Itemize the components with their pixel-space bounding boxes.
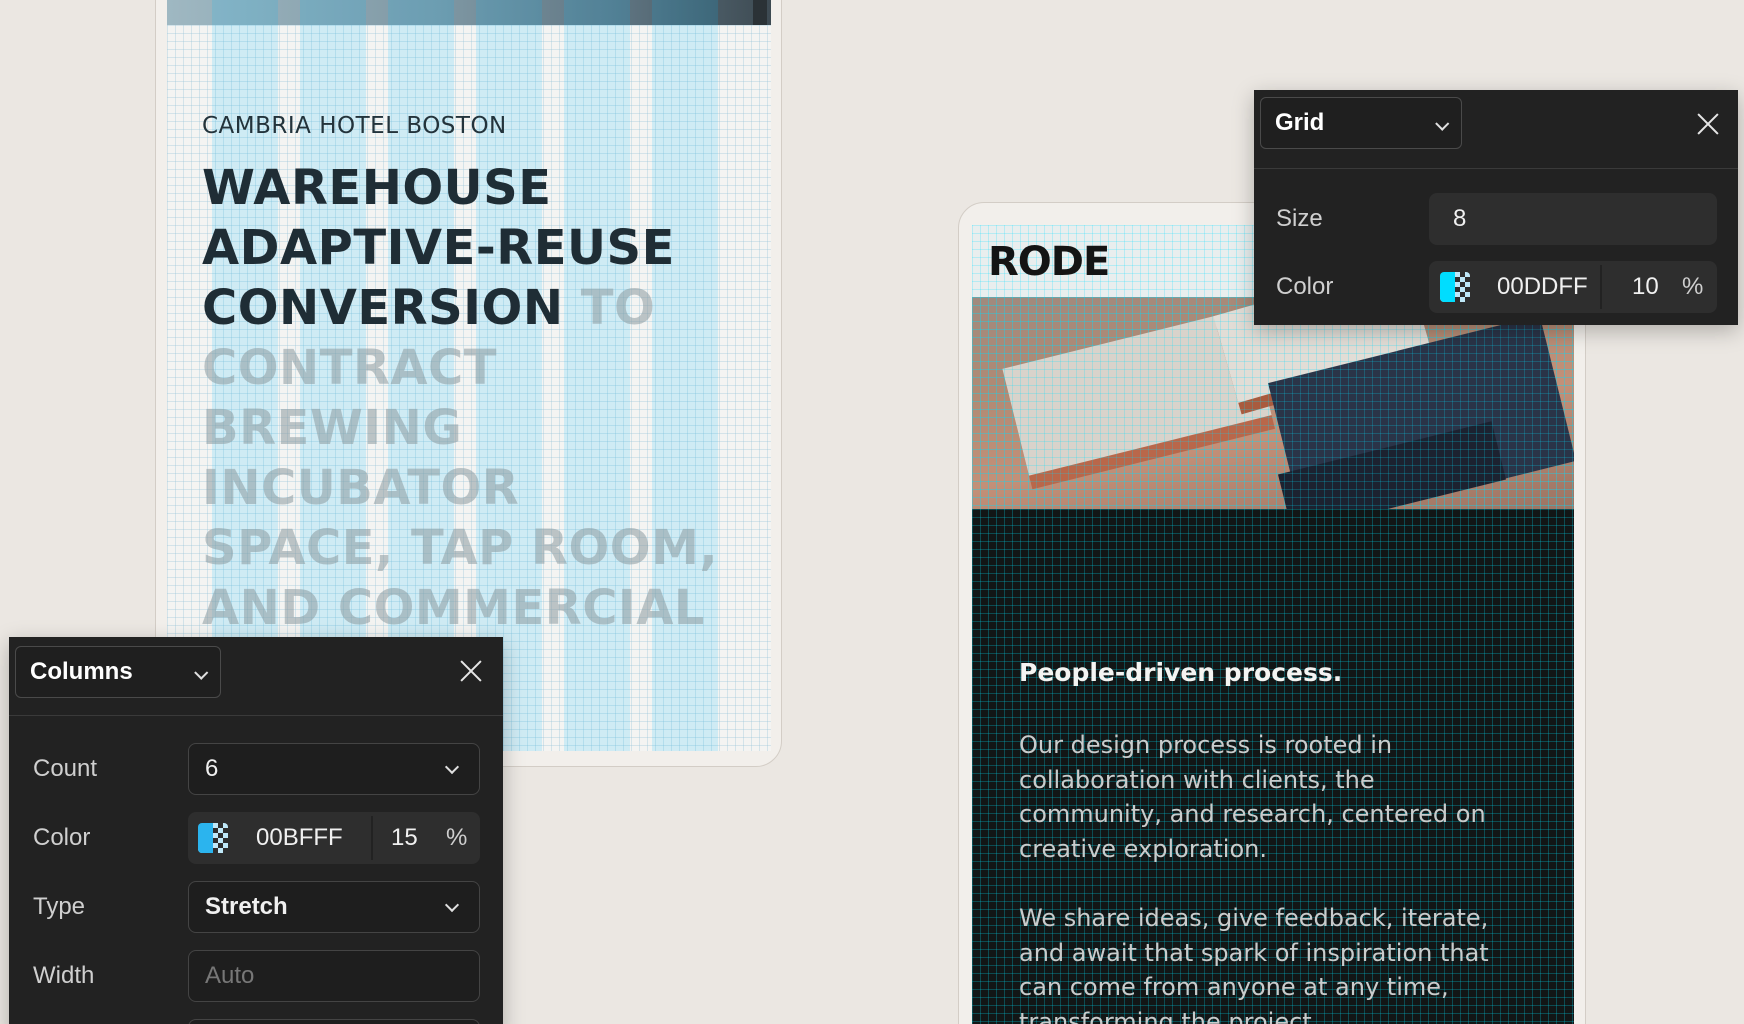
chevron-down-icon	[194, 665, 209, 680]
columns-settings-panel: Columns Count 6 Color 00BFFF 15 % Type S…	[9, 637, 503, 1024]
section-paragraph: Our design process is rooted in collabor…	[1019, 731, 1486, 863]
hero-image-frame	[753, 0, 767, 25]
size-input[interactable]: 8	[1429, 193, 1717, 245]
chevron-down-icon	[444, 759, 460, 775]
size-label: Size	[1276, 205, 1323, 232]
section-heading: People-driven process.	[1019, 658, 1343, 687]
percent-sign: %	[446, 824, 468, 851]
chevron-down-icon	[1435, 116, 1450, 131]
width-label: Width	[33, 962, 95, 989]
type-dropdown[interactable]: Stretch	[188, 881, 480, 933]
color-field: 00BFFF 15 %	[188, 812, 480, 864]
color-field: 00DDFF 10 %	[1429, 261, 1717, 313]
type-label: Type	[33, 893, 86, 920]
size-value: 8	[1453, 205, 1467, 232]
count-value: 6	[205, 755, 219, 782]
divider	[371, 816, 373, 860]
product-photo	[972, 297, 1574, 509]
headline: WAREHOUSE ADAPTIVE-REUSE CONVERSION TO C…	[202, 158, 722, 638]
opacity-input[interactable]: 10	[1632, 273, 1659, 301]
layout-mode-dropdown[interactable]: Grid	[1260, 97, 1462, 149]
swatch-fill	[1440, 272, 1455, 302]
width-placeholder: Auto	[205, 962, 255, 989]
color-swatch[interactable]	[1440, 272, 1470, 302]
chevron-down-icon	[444, 897, 460, 913]
panel-header: Columns	[9, 637, 503, 716]
layout-mode-value: Grid	[1275, 109, 1325, 136]
section-paragraph: We share ideas, give feedback, iterate, …	[1019, 904, 1489, 1024]
layout-mode-dropdown[interactable]: Columns	[15, 646, 221, 698]
color-swatch[interactable]	[198, 823, 228, 853]
close-icon[interactable]	[1694, 110, 1722, 138]
count-dropdown[interactable]: 6	[188, 743, 480, 795]
layout-mode-value: Columns	[30, 658, 133, 685]
percent-sign: %	[1682, 273, 1704, 300]
rode-logo: RODE	[988, 239, 1110, 285]
grid-settings-panel: Grid Size 8 Color 00DDFF 10 %	[1254, 90, 1738, 325]
color-label: Color	[33, 824, 91, 851]
color-label: Color	[1276, 273, 1334, 300]
close-icon[interactable]	[457, 657, 485, 685]
divider	[1600, 265, 1602, 309]
panel-header: Grid	[1254, 90, 1738, 169]
width-input[interactable]: Auto	[188, 950, 480, 1002]
color-hex-input[interactable]: 00DDFF	[1497, 273, 1588, 301]
next-field[interactable]	[188, 1019, 480, 1024]
count-label: Count	[33, 755, 98, 782]
opacity-input[interactable]: 15	[391, 824, 418, 852]
hotel-label: CAMBRIA HOTEL BOSTON	[202, 113, 507, 139]
color-hex-input[interactable]: 00BFFF	[256, 824, 343, 852]
grid-overlay	[972, 297, 1574, 509]
type-value: Stretch	[205, 893, 288, 920]
swatch-fill	[198, 823, 213, 853]
